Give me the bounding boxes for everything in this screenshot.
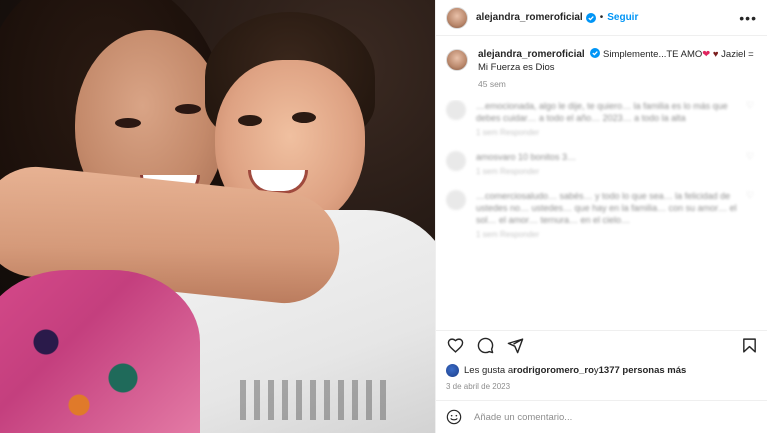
caption-text: Simplemente...TE AMO <box>603 49 703 60</box>
likes-count-link[interactable]: 1377 personas más <box>599 365 687 376</box>
save-button[interactable] <box>740 337 758 355</box>
comment-body: …emocionada, algo le dije, te quiero… la… <box>476 100 746 139</box>
comment-like-icon[interactable]: ♡ <box>746 190 758 241</box>
comment-meta[interactable]: 1 sem Responder <box>476 229 746 241</box>
more-options-icon[interactable]: ••• <box>739 10 757 26</box>
photo-shirt-print <box>240 380 390 420</box>
likes-prefix: Les gusta a <box>464 365 514 376</box>
paper-plane-icon <box>507 338 523 354</box>
smiley-icon[interactable] <box>446 409 462 425</box>
verified-badge-icon <box>590 48 601 58</box>
post-header: alejandra_romeroficial • Seguir ••• <box>436 0 767 36</box>
comment-avatar[interactable] <box>446 151 466 171</box>
verified-badge-icon <box>585 12 596 23</box>
comment-avatar[interactable] <box>446 190 466 210</box>
follow-button[interactable]: Seguir <box>607 12 638 23</box>
photo-mother-dress <box>0 270 200 433</box>
post-caption: alejandra_romeroficial Simplemente...TE … <box>436 36 767 91</box>
speech-bubble-icon <box>477 337 493 354</box>
comment-like-icon[interactable]: ♡ <box>746 100 758 139</box>
post-photo[interactable] <box>0 0 435 433</box>
caption-body: alejandra_romeroficial Simplemente...TE … <box>478 48 757 91</box>
header-separator: • <box>599 12 604 23</box>
comment-text: …comerciosaludo… sabés… y todo lo que se… <box>476 191 737 225</box>
list-item: amosvaro 10 bonitos 3… 1 sem Responder ♡ <box>446 151 758 178</box>
comment-body: amosvaro 10 bonitos 3… 1 sem Responder <box>476 151 746 178</box>
comment-body: …comerciosaludo… sabés… y todo lo que se… <box>476 190 746 241</box>
add-comment-bar <box>436 400 767 433</box>
red-heart-emoji-icon: ❤ <box>702 49 711 60</box>
comment-avatar[interactable] <box>446 100 466 120</box>
caption-time-ago[interactable]: 45 sem <box>478 78 757 91</box>
comment-meta[interactable]: 1 sem Responder <box>476 127 746 139</box>
comment-text: amosvaro 10 bonitos 3… <box>476 152 577 162</box>
author-avatar[interactable] <box>446 6 468 29</box>
comment-button[interactable] <box>476 337 494 355</box>
liker-avatar[interactable] <box>446 364 459 377</box>
photo-mother-eye-left <box>115 118 141 128</box>
list-item: …emocionada, algo le dije, te quiero… la… <box>446 100 758 139</box>
likes-summary: Les gusta a rodrigoromero_ro y 1377 pers… <box>446 364 686 377</box>
post-date[interactable]: 3 de abril de 2023 <box>446 382 510 391</box>
comment-meta[interactable]: 1 sem Responder <box>476 166 746 178</box>
list-item: …comerciosaludo… sabés… y todo lo que se… <box>446 190 758 241</box>
author-username[interactable]: alejandra_romeroficial <box>476 12 583 23</box>
photo-boy-eye-left <box>238 115 262 126</box>
comment-text: …emocionada, algo le dije, te quiero… la… <box>476 101 728 123</box>
comment-input[interactable] <box>474 411 734 423</box>
post-actions-bar <box>436 330 767 360</box>
caption-author-avatar[interactable] <box>446 49 468 71</box>
caption-username[interactable]: alejandra_romeroficial <box>478 49 585 60</box>
heart-outline-icon <box>447 338 463 353</box>
photo-mother-eye-right <box>175 104 201 114</box>
comment-like-icon[interactable]: ♡ <box>746 151 758 178</box>
post-side-panel: alejandra_romeroficial • Seguir ••• alej… <box>435 0 767 433</box>
like-button[interactable] <box>446 337 464 355</box>
liker-username[interactable]: rodrigoromero_ro <box>513 365 594 376</box>
photo-boy-eye-right <box>292 112 316 123</box>
share-button[interactable] <box>506 337 524 355</box>
instagram-post: alejandra_romeroficial • Seguir ••• alej… <box>0 0 767 433</box>
bookmark-icon <box>742 338 756 353</box>
comments-list[interactable]: …emocionada, algo le dije, te quiero… la… <box>436 100 767 325</box>
